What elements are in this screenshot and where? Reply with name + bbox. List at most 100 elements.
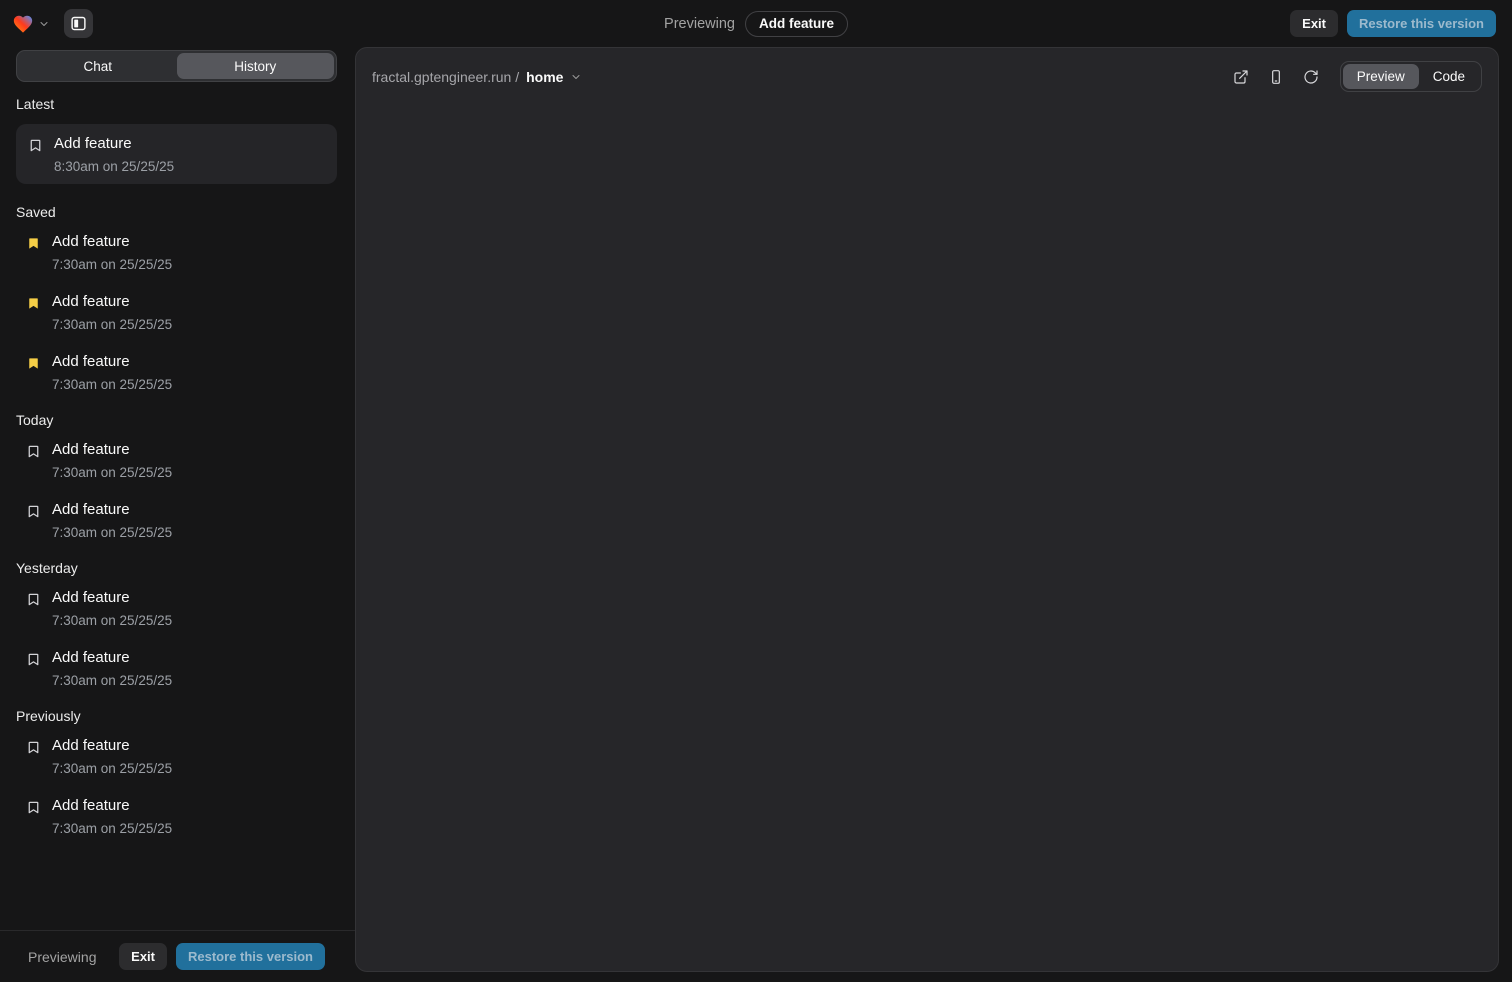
history-item[interactable]: Add feature 7:30am on 25/25/25 <box>16 736 337 776</box>
smartphone-icon <box>1268 69 1284 85</box>
chevron-down-icon <box>570 71 582 83</box>
chevron-down-icon <box>38 18 50 30</box>
history-item-title: Add feature <box>54 134 174 154</box>
panel-left-icon <box>70 15 87 32</box>
refresh-icon <box>1303 69 1319 85</box>
preview-code-tabs: Preview Code <box>1340 61 1482 92</box>
section-latest: Latest Add feature 8:30am on 25/25/25 <box>16 96 337 184</box>
refresh-button[interactable] <box>1297 63 1325 91</box>
preview-header: fractal.gptengineer.run / home <box>356 48 1498 104</box>
history-item[interactable]: Add feature 7:30am on 25/25/25 <box>16 292 337 332</box>
preview-panel: fractal.gptengineer.run / home <box>355 47 1499 972</box>
topbar-left-cluster <box>12 9 93 38</box>
bookmark-icon <box>26 739 41 755</box>
topbar-center-status: Previewing Add feature <box>664 11 848 37</box>
history-item-text: Add feature 7:30am on 25/25/25 <box>52 232 172 272</box>
history-item-title: Add feature <box>52 588 172 608</box>
history-item[interactable]: Add feature 7:30am on 25/25/25 <box>16 648 337 688</box>
history-item-title: Add feature <box>52 736 172 756</box>
open-in-new-tab-button[interactable] <box>1227 63 1255 91</box>
history-item[interactable]: Add feature 7:30am on 25/25/25 <box>16 588 337 628</box>
previewing-label: Previewing <box>28 949 96 965</box>
history-item-title: Add feature <box>52 500 172 520</box>
history-item-text: Add feature 7:30am on 25/25/25 <box>52 292 172 332</box>
url-breadcrumb[interactable]: fractal.gptengineer.run / home <box>372 69 582 85</box>
exit-button[interactable]: Exit <box>119 943 167 970</box>
history-item-text: Add feature 7:30am on 25/25/25 <box>52 500 172 540</box>
content-row: Chat History Latest Add feature 8:30am o… <box>0 47 1512 982</box>
sidebar-footer: Previewing Exit Restore this version <box>0 930 355 982</box>
history-item-title: Add feature <box>52 352 172 372</box>
history-sidebar: Chat History Latest Add feature 8:30am o… <box>0 47 355 982</box>
preview-viewport[interactable] <box>356 104 1498 971</box>
history-item-text: Add feature 7:30am on 25/25/25 <box>52 440 172 480</box>
footer-buttons: Exit Restore this version <box>119 943 325 970</box>
history-item-text: Add feature 7:30am on 25/25/25 <box>52 588 172 628</box>
history-item[interactable]: Add feature 7:30am on 25/25/25 <box>16 796 337 836</box>
bookmark-filled-icon <box>26 295 41 311</box>
restore-version-button[interactable]: Restore this version <box>1347 10 1496 37</box>
section-today: Today Add feature 7:30am on 25/25/25 Add… <box>16 412 337 540</box>
history-item-time: 7:30am on 25/25/25 <box>52 613 172 628</box>
history-item-latest[interactable]: Add feature 8:30am on 25/25/25 <box>16 124 337 184</box>
bookmark-filled-icon <box>26 235 41 251</box>
history-item-time: 7:30am on 25/25/25 <box>52 465 172 480</box>
bookmark-icon <box>26 443 41 459</box>
url-page: home <box>526 69 563 85</box>
history-item-title: Add feature <box>52 796 172 816</box>
section-title: Previously <box>16 708 337 724</box>
exit-button[interactable]: Exit <box>1290 10 1338 37</box>
history-item-time: 7:30am on 25/25/25 <box>52 821 172 836</box>
section-title: Today <box>16 412 337 428</box>
section-yesterday: Yesterday Add feature 7:30am on 25/25/25… <box>16 560 337 688</box>
history-item[interactable]: Add feature 7:30am on 25/25/25 <box>16 232 337 272</box>
section-saved: Saved Add feature 7:30am on 25/25/25 Add… <box>16 204 337 392</box>
history-list: Latest Add feature 8:30am on 25/25/25 Sa… <box>0 82 355 930</box>
history-item-title: Add feature <box>52 648 172 668</box>
sidebar-toggle-button[interactable] <box>64 9 93 38</box>
history-item-time: 7:30am on 25/25/25 <box>52 257 172 272</box>
external-link-icon <box>1233 69 1249 85</box>
version-badge[interactable]: Add feature <box>745 11 848 37</box>
topbar-right-cluster: Exit Restore this version <box>1290 10 1496 37</box>
tab-history[interactable]: History <box>177 53 335 79</box>
history-item-time: 8:30am on 25/25/25 <box>54 159 174 174</box>
bookmark-filled-icon <box>26 355 41 371</box>
history-item-title: Add feature <box>52 440 172 460</box>
history-item-text: Add feature 8:30am on 25/25/25 <box>54 134 174 174</box>
history-item-text: Add feature 7:30am on 25/25/25 <box>52 352 172 392</box>
history-item-text: Add feature 7:30am on 25/25/25 <box>52 648 172 688</box>
url-domain: fractal.gptengineer.run / <box>372 69 519 85</box>
previewing-label: Previewing <box>664 16 735 32</box>
section-title: Saved <box>16 204 337 220</box>
history-item-text: Add feature 7:30am on 25/25/25 <box>52 736 172 776</box>
heart-logo-icon <box>12 13 34 35</box>
history-item-text: Add feature 7:30am on 25/25/25 <box>52 796 172 836</box>
section-title: Yesterday <box>16 560 337 576</box>
history-item-time: 7:30am on 25/25/25 <box>52 673 172 688</box>
history-item-time: 7:30am on 25/25/25 <box>52 317 172 332</box>
app-logo-menu[interactable] <box>12 13 50 35</box>
history-item-title: Add feature <box>52 232 172 252</box>
restore-version-button[interactable]: Restore this version <box>176 943 325 970</box>
top-bar: Previewing Add feature Exit Restore this… <box>0 0 1512 47</box>
bookmark-icon <box>26 799 41 815</box>
history-item[interactable]: Add feature 7:30am on 25/25/25 <box>16 352 337 392</box>
bookmark-icon <box>28 137 43 153</box>
history-item-time: 7:30am on 25/25/25 <box>52 525 172 540</box>
tab-chat[interactable]: Chat <box>19 53 177 79</box>
bookmark-icon <box>26 503 41 519</box>
section-previously: Previously Add feature 7:30am on 25/25/2… <box>16 708 337 836</box>
mobile-view-button[interactable] <box>1262 63 1290 91</box>
history-item[interactable]: Add feature 7:30am on 25/25/25 <box>16 500 337 540</box>
bookmark-icon <box>26 651 41 667</box>
history-item-time: 7:30am on 25/25/25 <box>52 761 172 776</box>
section-title: Latest <box>16 96 337 112</box>
tab-preview[interactable]: Preview <box>1343 64 1419 89</box>
history-item[interactable]: Add feature 7:30am on 25/25/25 <box>16 440 337 480</box>
bookmark-icon <box>26 591 41 607</box>
history-item-title: Add feature <box>52 292 172 312</box>
tab-code[interactable]: Code <box>1419 64 1479 89</box>
main-area: fractal.gptengineer.run / home <box>355 47 1512 982</box>
chat-history-tabs: Chat History <box>16 50 337 82</box>
